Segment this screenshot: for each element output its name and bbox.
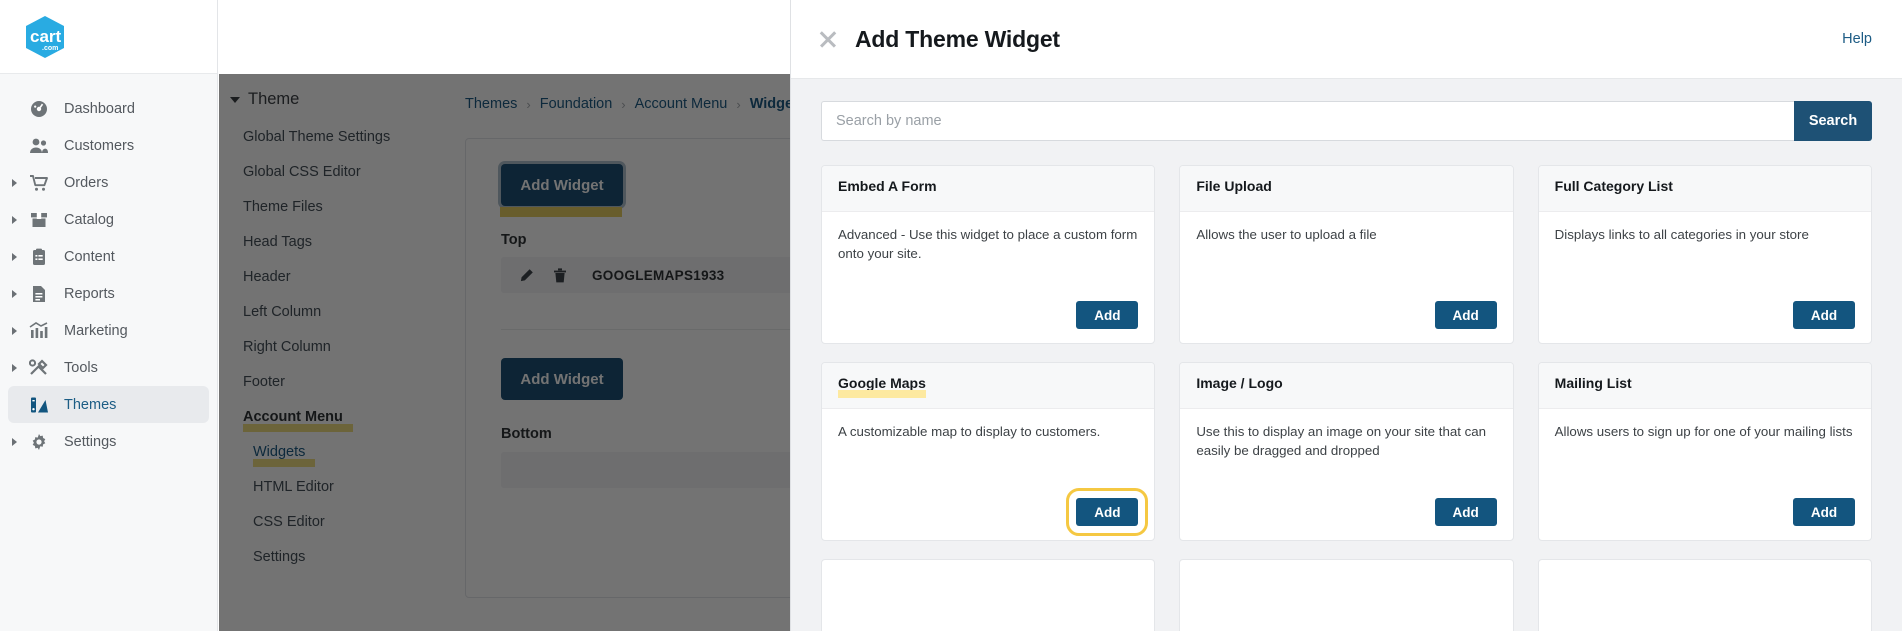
widget-card-grid: Embed A Form Advanced - Use this widget …	[821, 165, 1872, 631]
themes-icon	[26, 396, 52, 414]
sidebar-item-orders[interactable]: Orders	[8, 164, 209, 201]
sidebar-item-tools[interactable]: Tools	[8, 349, 209, 386]
drawer-title: Add Theme Widget	[855, 25, 1060, 52]
add-theme-widget-drawer: Add Theme Widget Help Search Embed A For…	[790, 0, 1902, 631]
widget-card-header: Embed A Form	[822, 166, 1155, 212]
gear-icon	[26, 433, 52, 451]
highlight-underline	[838, 390, 926, 398]
add-button-mailing-list[interactable]: Add	[1793, 498, 1855, 526]
svg-text:cart: cart	[30, 27, 62, 46]
widget-card-footer: Add	[822, 488, 1154, 540]
widget-card-full-category-list: Full Category List Displays links to all…	[1537, 165, 1872, 344]
search-input[interactable]	[821, 101, 1794, 141]
add-button-image-logo[interactable]: Add	[1434, 498, 1497, 526]
sidebar-item-label: Content	[64, 248, 115, 265]
sidebar-item-reports[interactable]: Reports	[8, 275, 209, 312]
add-button-file-upload[interactable]: Add	[1434, 301, 1497, 329]
widget-card-footer: Add	[1180, 301, 1512, 343]
drawer-body: Search Embed A Form Advanced - Use this …	[791, 79, 1902, 631]
widget-card-file-upload: File Upload Allows the user to upload a …	[1179, 165, 1514, 344]
widget-card-footer: Add	[1180, 498, 1512, 540]
add-button-embed-a-form[interactable]: Add	[1076, 301, 1139, 329]
widget-card-mailing-list: Mailing List Allows users to sign up for…	[1537, 362, 1872, 541]
widget-card-description: Allows users to sign up for one of your …	[1554, 424, 1853, 439]
chevron-right-icon	[12, 178, 17, 187]
sidebar-item-label: Reports	[64, 285, 115, 302]
sidebar-item-themes[interactable]: Themes	[8, 386, 209, 423]
svg-text:.com: .com	[42, 45, 58, 52]
modal-backdrop[interactable]	[219, 74, 791, 631]
widget-card-description: A customizable map to display to custome…	[838, 424, 1101, 439]
widget-card-partial-row	[1179, 559, 1514, 631]
chevron-right-icon	[12, 252, 17, 261]
chevron-right-icon	[12, 215, 17, 224]
box-icon	[26, 211, 52, 229]
sidebar-item-catalog[interactable]: Catalog	[8, 201, 209, 238]
widget-card-header: Mailing List	[1538, 363, 1871, 409]
chevron-right-icon	[12, 326, 17, 335]
widget-card-title: Embed A Form	[838, 178, 937, 194]
cart-icon	[26, 174, 52, 192]
sidebar-item-label: Settings	[64, 433, 117, 450]
cart-logo-icon: cart .com	[22, 14, 68, 60]
customers-icon	[26, 137, 52, 155]
sidebar-item-label: Dashboard	[64, 100, 135, 117]
sidebar-item-content[interactable]: Content	[8, 238, 209, 275]
widget-card-footer: Add	[1539, 498, 1871, 540]
sidebar-item-dashboard[interactable]: Dashboard	[8, 90, 209, 127]
close-icon[interactable]	[817, 28, 839, 50]
widget-card-partial-row	[821, 559, 1156, 631]
widget-card-partial-row	[1537, 559, 1872, 631]
sidebar-item-label: Orders	[64, 174, 109, 191]
chevron-right-icon	[12, 363, 17, 372]
primary-sidebar: cart .com Dashboard Customers Orders Cat…	[0, 0, 218, 631]
sidebar-item-label: Catalog	[64, 211, 114, 228]
sidebar-item-label: Customers	[64, 137, 135, 154]
widget-card-image-logo: Image / Logo Use this to display an imag…	[1179, 362, 1514, 541]
chevron-right-icon	[12, 437, 17, 446]
clipboard-icon	[26, 248, 52, 266]
widget-card-description: Advanced - Use this widget to place a cu…	[838, 227, 1138, 261]
brand-logo[interactable]: cart .com	[0, 0, 217, 74]
add-button-full-category-list[interactable]: Add	[1793, 301, 1855, 329]
widget-card-header: File Upload	[1180, 166, 1513, 212]
widget-card-google-maps: Google Maps A customizable map to displa…	[821, 362, 1156, 541]
widget-card-title: Google Maps	[838, 375, 926, 398]
sidebar-item-settings[interactable]: Settings	[8, 423, 209, 460]
widget-card-title: Full Category List	[1554, 178, 1673, 194]
sidebar-nav: Dashboard Customers Orders Catalog Conte…	[0, 74, 217, 460]
widget-card-footer: Add	[1539, 301, 1871, 343]
add-button-google-maps[interactable]: Add	[1066, 488, 1149, 536]
widget-card-title: Image / Logo	[1196, 375, 1283, 391]
sidebar-item-label: Marketing	[64, 322, 128, 339]
chart-icon	[26, 321, 52, 340]
sidebar-item-customers[interactable]: Customers	[8, 127, 209, 164]
chevron-right-icon	[12, 289, 17, 298]
document-icon	[26, 285, 52, 303]
app-root: cart .com Dashboard Customers Orders Cat…	[0, 0, 1902, 631]
sidebar-item-marketing[interactable]: Marketing	[8, 312, 209, 349]
drawer-header: Add Theme Widget Help	[791, 0, 1902, 79]
widget-card-header: Full Category List	[1538, 166, 1871, 212]
search-button[interactable]: Search	[1794, 101, 1872, 141]
dashboard-icon	[26, 100, 52, 118]
widget-card-description: Allows the user to upload a file	[1196, 227, 1377, 242]
widget-card-description: Displays links to all categories in your…	[1554, 227, 1809, 242]
widget-card-title: File Upload	[1196, 178, 1272, 194]
sidebar-item-label: Themes	[62, 397, 116, 417]
widget-card-title: Mailing List	[1554, 375, 1632, 391]
help-link[interactable]: Help	[1842, 31, 1872, 47]
tools-icon	[26, 358, 52, 377]
widget-card-embed-a-form: Embed A Form Advanced - Use this widget …	[821, 165, 1156, 344]
widget-card-header: Image / Logo	[1180, 363, 1513, 409]
widget-card-footer: Add	[822, 301, 1154, 343]
sidebar-item-label: Tools	[64, 359, 98, 376]
widget-card-header: Google Maps	[822, 363, 1155, 409]
widget-card-description: Use this to display an image on your sit…	[1196, 424, 1487, 458]
search-row: Search	[821, 101, 1872, 141]
